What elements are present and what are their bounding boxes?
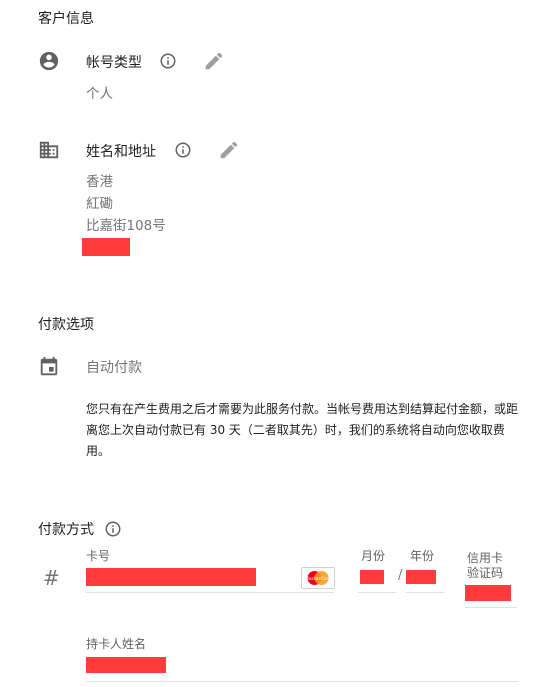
address-line-3: 比嘉街108号	[86, 218, 166, 234]
business-building-icon	[39, 141, 59, 159]
info-icon[interactable]	[174, 141, 192, 159]
address-line-1: 香港	[86, 174, 113, 190]
cvc-label: 信用卡验证码	[467, 551, 504, 580]
expiry-separator: /	[398, 568, 403, 583]
cvc-input[interactable]	[465, 583, 517, 608]
edit-account-type-icon[interactable]	[203, 50, 225, 72]
account-type-label: 帐号类型	[86, 55, 142, 71]
redacted-expiry-year	[406, 570, 436, 584]
cardholder-name-label: 持卡人姓名	[86, 637, 147, 651]
payment-method-title: 付款方式	[38, 522, 94, 538]
mastercard-logo: MasterCard	[301, 567, 335, 589]
account-type-value: 个人	[86, 86, 113, 102]
info-icon[interactable]	[159, 52, 177, 70]
redacted-cvc	[465, 585, 511, 601]
card-number-label: 卡号	[86, 549, 111, 563]
redacted-card-number	[86, 568, 256, 586]
info-icon[interactable]	[104, 520, 122, 538]
auto-pay-description: 您只有在产生费用之后才需要为此服务付款。当帐号费用达到结算起付金额，或距离您上次…	[86, 402, 519, 458]
address-line-2: 紅磡	[86, 196, 113, 212]
mastercard-circles-icon: MasterCard	[305, 571, 332, 585]
redacted-cardholder-name	[86, 657, 166, 673]
payment-options-title: 付款选项	[38, 317, 94, 333]
customer-info-title: 客户信息	[38, 11, 94, 27]
account-circle-icon	[39, 51, 59, 71]
expiry-year-input[interactable]	[406, 566, 444, 593]
calendar-icon	[40, 356, 58, 376]
redacted-address-line	[82, 238, 130, 256]
redacted-expiry-month	[360, 570, 384, 584]
expiry-month-input[interactable]	[358, 566, 396, 593]
edit-name-address-icon[interactable]	[218, 139, 240, 161]
mastercard-logo-text: MasterCard	[305, 576, 332, 582]
expiry-month-label: 月份	[361, 549, 386, 563]
cardholder-name-input[interactable]	[86, 655, 518, 682]
auto-pay-label: 自动付款	[86, 360, 142, 376]
expiry-year-label: 年份	[410, 549, 435, 563]
name-address-label: 姓名和地址	[86, 144, 156, 160]
card-number-input[interactable]: MasterCard	[86, 566, 335, 593]
card-number-hash-icon: #	[43, 566, 60, 590]
